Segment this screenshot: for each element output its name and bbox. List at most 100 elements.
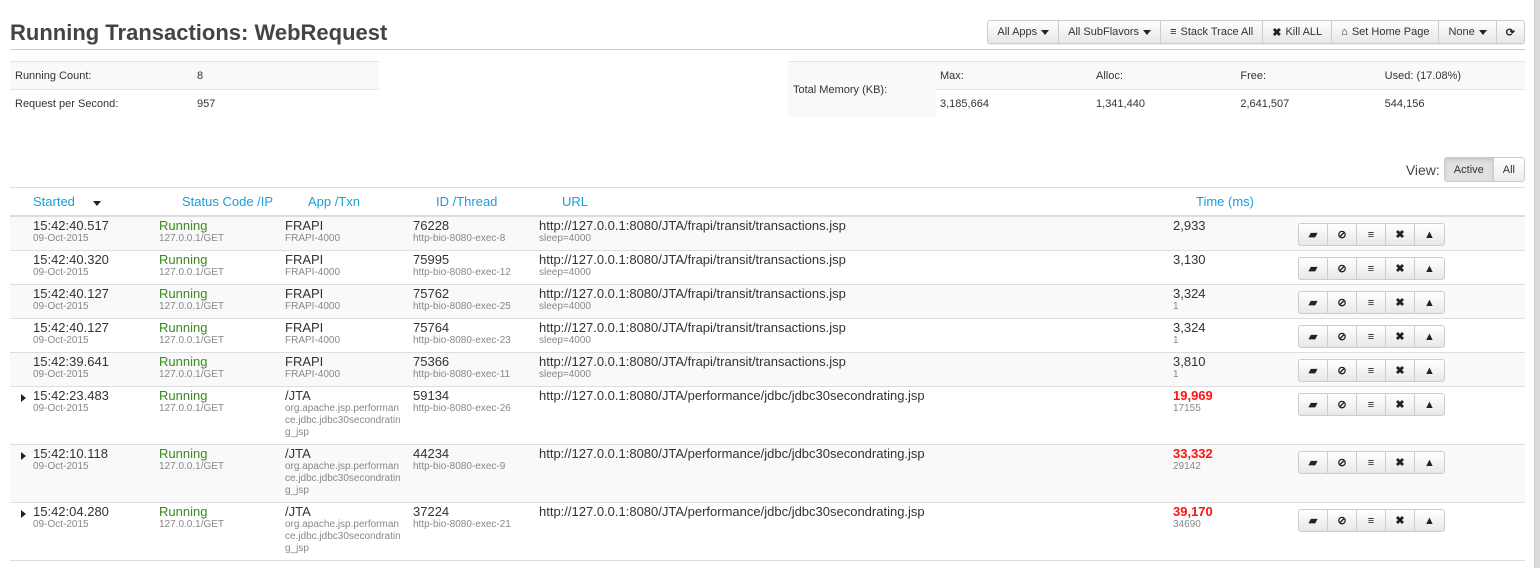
col-time[interactable]: Time (ms)	[1173, 194, 1254, 209]
expand-row-icon[interactable]	[21, 394, 26, 402]
ban-button[interactable]: ⊘	[1328, 360, 1357, 381]
memory-free-value: 2,641,507	[1240, 98, 1290, 110]
warning-button[interactable]: ▲	[1415, 452, 1444, 473]
col-url[interactable]: URL	[539, 194, 1173, 209]
book-button[interactable]: ▰	[1299, 292, 1328, 313]
book-button[interactable]: ▰	[1299, 510, 1328, 531]
kill-all-button[interactable]: ✖ Kill ALL	[1263, 21, 1333, 43]
app-cell: FRAPI FRAPI-4000	[285, 321, 340, 347]
align-left-button[interactable]: ≡	[1357, 258, 1386, 279]
stack-trace-all-button[interactable]: ≡ Stack Trace All	[1161, 21, 1264, 43]
book-button[interactable]: ▰	[1299, 326, 1328, 347]
align-left-button[interactable]: ≡	[1357, 292, 1386, 313]
started-date: 09-Oct-2015	[33, 267, 89, 278]
table-row[interactable]: 15:42:40.127 09-Oct-2015 Running 127.0.0.1/…	[10, 319, 1525, 353]
url-text[interactable]: http://127.0.0.1:8080/JTA/frapi/transit/…	[539, 355, 846, 369]
all-subflavors-dropdown[interactable]: All SubFlavors	[1059, 21, 1162, 43]
expand-row-icon[interactable]	[21, 452, 26, 460]
ban-button[interactable]: ⊘	[1328, 452, 1357, 473]
ban-button[interactable]: ⊘	[1328, 510, 1357, 531]
memory-header-row: Max: Alloc: Free: Used: (17.08%)	[936, 62, 1525, 90]
col-started[interactable]: Started	[10, 194, 159, 209]
url-text[interactable]: http://127.0.0.1:8080/JTA/performance/jd…	[539, 447, 925, 461]
col-id[interactable]: ID /Thread	[413, 194, 539, 209]
close-button[interactable]: ✖	[1386, 224, 1415, 245]
refresh-button[interactable]: ⟳	[1497, 21, 1524, 43]
table-row[interactable]: 15:42:40.517 09-Oct-2015 Running 127.0.0.1/…	[10, 217, 1525, 251]
elapsed-ms: 3,324	[1173, 286, 1206, 301]
warning-button[interactable]: ▲	[1415, 258, 1444, 279]
thread-name: http-bio-8080-exec-23	[413, 335, 511, 346]
ban-button[interactable]: ⊘	[1328, 292, 1357, 313]
started-cell: 15:42:40.517 09-Oct-2015	[33, 219, 109, 245]
view-all-button[interactable]: All	[1493, 158, 1524, 181]
align-left-button[interactable]: ≡	[1357, 452, 1386, 473]
id-cell: 76228 http-bio-8080-exec-8	[413, 219, 505, 245]
align-left-button[interactable]: ≡	[1357, 360, 1386, 381]
warning-icon: ▲	[1424, 398, 1435, 411]
warning-button[interactable]: ▲	[1415, 292, 1444, 313]
url-text[interactable]: http://127.0.0.1:8080/JTA/frapi/transit/…	[539, 253, 846, 267]
warning-button[interactable]: ▲	[1415, 394, 1444, 415]
warning-button[interactable]: ▲	[1415, 360, 1444, 381]
table-row[interactable]: 15:42:40.127 09-Oct-2015 Running 127.0.0.1/…	[10, 285, 1525, 319]
ban-button[interactable]: ⊘	[1328, 258, 1357, 279]
all-apps-dropdown[interactable]: All Apps	[988, 21, 1060, 43]
url-cell: http://127.0.0.1:8080/JTA/frapi/transit/…	[539, 355, 846, 381]
align-left-icon: ≡	[1367, 398, 1375, 411]
table-row[interactable]: 15:42:23.483 09-Oct-2015 Running 127.0.0.1/…	[10, 387, 1525, 445]
book-icon: ▰	[1308, 457, 1318, 469]
close-button[interactable]: ✖	[1386, 292, 1415, 313]
align-left-icon: ≡	[1367, 262, 1375, 275]
ban-button[interactable]: ⊘	[1328, 394, 1357, 415]
url-text[interactable]: http://127.0.0.1:8080/JTA/performance/jd…	[539, 389, 925, 403]
elapsed-ms: 3,130	[1173, 252, 1206, 267]
book-button[interactable]: ▰	[1299, 224, 1328, 245]
book-button[interactable]: ▰	[1299, 258, 1328, 279]
align-left-button[interactable]: ≡	[1357, 510, 1386, 531]
view-active-button[interactable]: Active	[1444, 158, 1494, 181]
table-row[interactable]: 15:42:40.320 09-Oct-2015 Running 127.0.0.1/…	[10, 251, 1525, 285]
table-row[interactable]: 15:42:04.280 09-Oct-2015 Running 127.0.0.1/…	[10, 503, 1525, 561]
url-text[interactable]: http://127.0.0.1:8080/JTA/performance/jd…	[539, 505, 925, 519]
book-button[interactable]: ▰	[1299, 360, 1328, 381]
set-home-page-button[interactable]: ⌂ Set Home Page	[1332, 21, 1440, 43]
url-text[interactable]: http://127.0.0.1:8080/JTA/frapi/transit/…	[539, 287, 846, 301]
col-status[interactable]: Status Code /IP	[159, 194, 285, 209]
ban-button[interactable]: ⊘	[1328, 326, 1357, 347]
book-button[interactable]: ▰	[1299, 394, 1328, 415]
started-cell: 15:42:39.641 09-Oct-2015	[33, 355, 109, 381]
align-left-button[interactable]: ≡	[1357, 326, 1386, 347]
warning-button[interactable]: ▲	[1415, 326, 1444, 347]
close-button[interactable]: ✖	[1386, 452, 1415, 473]
align-left-button[interactable]: ≡	[1357, 224, 1386, 245]
url-params: sleep=4000	[539, 301, 591, 312]
expand-row-icon[interactable]	[21, 510, 26, 518]
align-left-button[interactable]: ≡	[1357, 394, 1386, 415]
close-button[interactable]: ✖	[1386, 360, 1415, 381]
started-date: 09-Oct-2015	[33, 301, 89, 312]
none-dropdown[interactable]: None	[1439, 21, 1497, 43]
ban-button[interactable]: ⊘	[1328, 224, 1357, 245]
status-text: Running	[159, 252, 208, 267]
table-row[interactable]: 15:42:39.641 09-Oct-2015 Running 127.0.0.1/…	[10, 353, 1525, 387]
ban-icon: ⊘	[1337, 263, 1347, 275]
close-button[interactable]: ✖	[1386, 394, 1415, 415]
close-button[interactable]: ✖	[1386, 510, 1415, 531]
txn-name: FRAPI-4000	[285, 301, 341, 312]
warning-button[interactable]: ▲	[1415, 224, 1444, 245]
close-button[interactable]: ✖	[1386, 258, 1415, 279]
scrollbar[interactable]	[1534, 0, 1540, 568]
table-row[interactable]: 15:42:10.118 09-Oct-2015 Running 127.0.0.1/…	[10, 445, 1525, 503]
ip-method: 127.0.0.1/GET	[159, 403, 225, 414]
status-cell: Running 127.0.0.1/GET	[159, 321, 224, 347]
book-button[interactable]: ▰	[1299, 452, 1328, 473]
col-app[interactable]: App /Txn	[285, 194, 413, 209]
warning-button[interactable]: ▲	[1415, 510, 1444, 531]
url-text[interactable]: http://127.0.0.1:8080/JTA/frapi/transit/…	[539, 321, 846, 335]
url-text[interactable]: http://127.0.0.1:8080/JTA/frapi/transit/…	[539, 219, 846, 233]
app-name: FRAPI	[285, 218, 324, 233]
align-left-icon: ≡	[1367, 228, 1375, 241]
close-button[interactable]: ✖	[1386, 326, 1415, 347]
ip-method: 127.0.0.1/GET	[159, 335, 225, 346]
